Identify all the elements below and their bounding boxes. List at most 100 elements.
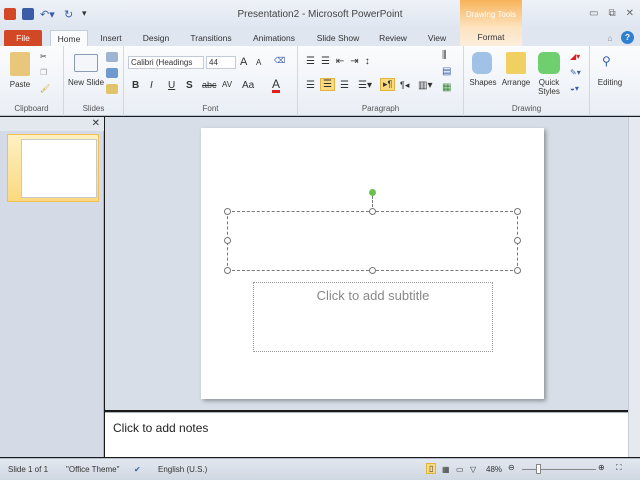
reading-view-icon[interactable]: ▭ — [456, 465, 464, 474]
rotation-handle[interactable] — [369, 189, 376, 196]
tab-home[interactable]: Home — [50, 30, 88, 46]
tab-review[interactable]: Review — [376, 30, 410, 46]
help-icon[interactable]: ? — [621, 31, 634, 44]
change-case-button[interactable]: Aa — [242, 80, 254, 91]
tab-view[interactable]: View — [424, 30, 450, 46]
resize-handle[interactable] — [514, 237, 521, 244]
bold-button[interactable]: B — [132, 80, 139, 91]
align-text-icon[interactable]: ▤ — [442, 66, 451, 77]
fit-to-window-icon[interactable]: ⛶ — [616, 463, 622, 473]
status-bar: Slide 1 of 1 "Office Theme" ✔ English (U… — [0, 458, 640, 480]
quick-styles-button[interactable]: Quick Styles — [534, 78, 564, 96]
section-icon[interactable] — [106, 84, 118, 94]
font-size-select[interactable]: 44 — [206, 56, 236, 69]
font-group: Calibri (Headings 44 A A ⌫ B I U S abc A… — [124, 46, 298, 116]
tab-file[interactable]: File — [4, 30, 42, 46]
normal-view-icon[interactable]: ▯ — [426, 463, 437, 474]
ribbon-tabs: File Home Insert Design Transitions Anim… — [0, 28, 640, 46]
slide-canvas[interactable]: Click to add subtitle — [201, 128, 544, 399]
shapes-icon[interactable] — [472, 52, 492, 74]
columns-icon[interactable]: ▥▾ — [418, 80, 432, 91]
drawing-tools-context: Drawing Tools Format — [460, 0, 522, 46]
restore-icon[interactable]: ⧉ — [608, 8, 615, 19]
underline-button[interactable]: U — [168, 80, 175, 91]
copy-icon[interactable]: ❐ — [40, 68, 47, 77]
zoom-slider-track[interactable] — [522, 469, 596, 470]
align-center-icon[interactable]: ☰ — [320, 78, 335, 91]
clear-formatting-icon[interactable]: ⌫ — [274, 56, 285, 65]
shadow-button[interactable]: S — [186, 80, 193, 91]
list-buttons[interactable]: ☰☰⇤⇥↕ — [306, 56, 376, 67]
zoom-slider-thumb[interactable] — [535, 464, 541, 474]
slides-group: New Slide Slides — [64, 46, 124, 116]
shrink-font-button[interactable]: A — [256, 58, 261, 67]
minimize-icon[interactable]: ▭ — [589, 8, 598, 19]
reset-icon[interactable] — [106, 68, 118, 78]
tab-design[interactable]: Design — [138, 30, 174, 46]
notes-pane[interactable]: Click to add notes — [105, 412, 628, 457]
minimize-ribbon-icon[interactable]: ⌂ — [603, 30, 617, 46]
align-right-icon[interactable]: ☰ — [340, 80, 349, 91]
layout-icon[interactable] — [106, 52, 118, 62]
vertical-scrollbar[interactable] — [628, 117, 640, 457]
new-slide-icon[interactable] — [74, 54, 98, 72]
title-placeholder[interactable] — [224, 208, 521, 274]
subtitle-placeholder[interactable]: Click to add subtitle — [253, 282, 493, 352]
resize-handle[interactable] — [369, 208, 376, 215]
zoom-in-icon[interactable]: ⊕ — [598, 463, 605, 472]
align-left-icon[interactable]: ☰ — [306, 80, 315, 91]
strikethrough-icon[interactable]: abc — [202, 80, 217, 90]
resize-handle[interactable] — [514, 208, 521, 215]
resize-handle[interactable] — [224, 267, 231, 274]
tab-animations[interactable]: Animations — [250, 30, 298, 46]
justify-icon[interactable]: ☰▾ — [358, 80, 372, 91]
shape-effects-icon[interactable]: ◒▾ — [570, 84, 579, 93]
font-color-button[interactable]: A — [272, 78, 281, 93]
tab-insert[interactable]: Insert — [96, 30, 126, 46]
font-label: Font — [202, 104, 219, 113]
spell-check-icon[interactable]: ✔ — [134, 465, 141, 474]
find-icon[interactable]: ⚲ — [602, 54, 611, 68]
theme-name[interactable]: "Office Theme" — [66, 465, 119, 474]
resize-handle[interactable] — [224, 237, 231, 244]
text-direction-rtl-icon[interactable]: ¶◂ — [400, 80, 409, 91]
tab-slide-show[interactable]: Slide Show — [314, 30, 362, 46]
font-name-select[interactable]: Calibri (Headings — [128, 56, 204, 69]
resize-handle[interactable] — [514, 267, 521, 274]
paste-button[interactable]: Paste — [6, 80, 34, 89]
slide-indicator: Slide 1 of 1 — [8, 465, 49, 474]
shape-outline-icon[interactable]: ✎▾ — [570, 68, 581, 77]
format-painter-icon[interactable]: 🖌 — [40, 84, 50, 93]
arrange-icon[interactable] — [506, 52, 526, 74]
slide-thumbnail[interactable] — [21, 139, 97, 198]
paste-icon[interactable] — [10, 52, 30, 76]
editing-button[interactable]: Editing — [592, 78, 628, 87]
slide-thumbnail-selected[interactable] — [7, 134, 99, 202]
zoom-level[interactable]: 48% — [486, 465, 502, 474]
close-pane-icon[interactable]: ✕ — [92, 118, 100, 129]
close-icon[interactable]: ✕ — [626, 8, 634, 19]
grow-font-button[interactable]: A — [240, 56, 247, 68]
drawing-tools-label: Drawing Tools — [465, 10, 517, 19]
text-direction-icon[interactable]: ⫼ — [442, 50, 447, 61]
quick-styles-icon[interactable] — [538, 52, 560, 74]
italic-button[interactable]: I — [150, 80, 153, 91]
tab-transitions[interactable]: Transitions — [186, 30, 236, 46]
paragraph-group: ☰☰⇤⇥↕ ☰ ☰ ☰ ☰▾ ▸¶ ¶◂ ▥▾ ⫼ ▤ ▦ Paragraph — [298, 46, 464, 116]
resize-handle[interactable] — [224, 208, 231, 215]
cut-icon[interactable]: ✂ — [40, 52, 47, 61]
tab-format[interactable]: Format — [460, 32, 522, 42]
slideshow-icon[interactable]: ▽ — [470, 465, 476, 474]
zoom-out-icon[interactable]: ⊖ — [508, 463, 515, 472]
text-direction-ltr-icon[interactable]: ▸¶ — [380, 78, 396, 91]
language[interactable]: English (U.S.) — [158, 465, 207, 474]
shape-fill-icon[interactable]: ◢▾ — [570, 52, 580, 61]
smartart-icon[interactable]: ▦ — [442, 82, 451, 93]
new-slide-button[interactable]: New Slide — [68, 78, 104, 87]
editing-group: ⚲ Editing — [590, 46, 630, 116]
arrange-button[interactable]: Arrange — [498, 78, 534, 87]
character-spacing-button[interactable]: AV — [222, 80, 232, 89]
shapes-button[interactable]: Shapes — [466, 78, 500, 87]
slide-sorter-icon[interactable]: ▦ — [442, 465, 450, 474]
resize-handle[interactable] — [369, 267, 376, 274]
